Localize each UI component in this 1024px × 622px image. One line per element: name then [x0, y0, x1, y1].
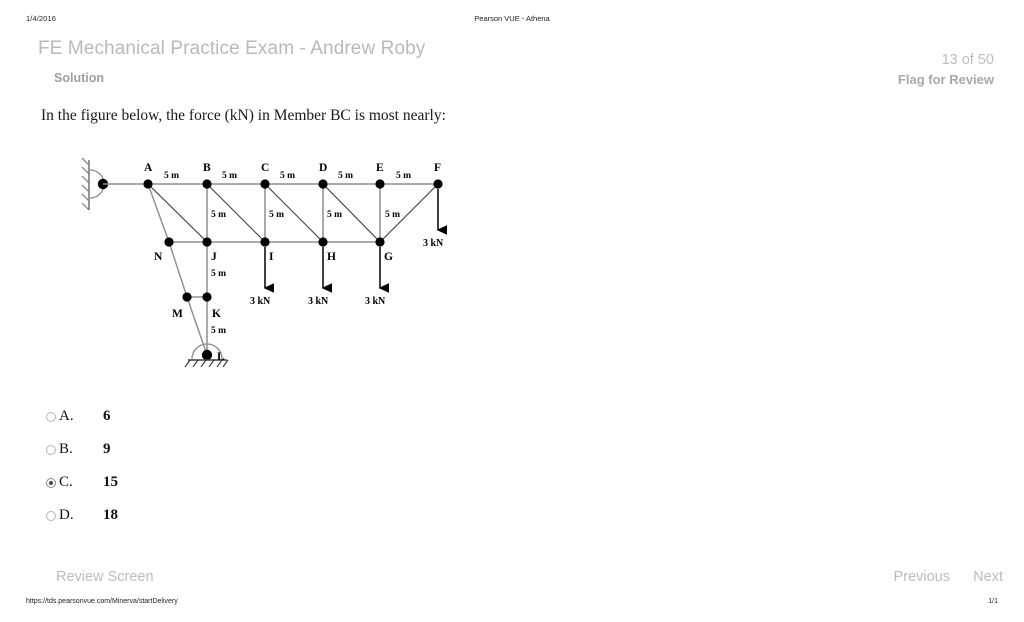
node-label-N: N: [154, 251, 163, 263]
option-letter-d: D.: [59, 507, 74, 523]
option-letter-a: A.: [59, 408, 74, 424]
review-screen-button[interactable]: Review Screen: [56, 569, 154, 585]
option-value-a: 6: [103, 408, 111, 424]
node-label-G: G: [384, 251, 393, 263]
dim-vert-3: 5 m: [327, 210, 342, 220]
node-label-L: L: [217, 351, 225, 363]
flag-for-review-button[interactable]: Flag for Review: [898, 72, 994, 87]
load-label-I: 3 kN: [250, 296, 271, 307]
node-label-E: E: [376, 162, 384, 174]
dim-top-5: 5 m: [396, 171, 411, 181]
option-letter-c: C.: [59, 474, 73, 490]
next-button[interactable]: Next: [973, 569, 1003, 585]
option-value-b: 9: [103, 441, 111, 457]
answer-options: A. 6 B. 9 C. 15 D. 18: [46, 408, 346, 540]
radio-option-c[interactable]: [46, 478, 56, 488]
node-label-C: C: [261, 162, 269, 174]
node-label-K: K: [212, 308, 221, 320]
option-value-d: 18: [103, 507, 118, 523]
dim-top-3: 5 m: [280, 171, 295, 181]
radio-option-b[interactable]: [46, 445, 56, 455]
node-label-J: J: [211, 251, 217, 263]
node-label-A: A: [144, 162, 153, 174]
dim-top-1: 5 m: [164, 171, 179, 181]
node-label-F: F: [434, 162, 441, 174]
load-arrows: [263, 189, 447, 293]
dim-vert-2: 5 m: [269, 210, 284, 220]
print-header: 1/4/2016 Pearson VUE - Athena: [0, 14, 1024, 26]
print-footer: https://tds.pearsonvue.com/Minerva/start…: [0, 598, 1024, 610]
load-label-G: 3 kN: [365, 296, 386, 307]
load-label-F: 3 kN: [423, 238, 444, 249]
dim-vert-5: 5 m: [211, 269, 226, 279]
node-label-H: H: [327, 251, 336, 263]
dim-top-2: 5 m: [222, 171, 237, 181]
node-label-M: M: [172, 308, 183, 320]
previous-button[interactable]: Previous: [894, 569, 950, 585]
dim-vert-1: 5 m: [211, 210, 226, 220]
node-label-I: I: [269, 251, 274, 263]
radio-option-d[interactable]: [46, 511, 56, 521]
option-value-c: 15: [103, 474, 118, 490]
option-letter-b: B.: [59, 441, 73, 457]
dim-vert-6: 5 m: [211, 326, 226, 336]
dim-top-4: 5 m: [338, 171, 353, 181]
option-row-a[interactable]: A. 6: [46, 408, 346, 441]
dim-vert-4: 5 m: [385, 210, 400, 220]
question-counter: 13 of 50: [941, 52, 994, 68]
node-label-B: B: [203, 162, 211, 174]
page-title: FE Mechanical Practice Exam - Andrew Rob…: [38, 38, 426, 59]
load-label-H: 3 kN: [308, 296, 329, 307]
truss-figure: A B C D E F N J I H G M K L 5 m 5 m 5 m …: [80, 152, 460, 384]
option-row-c[interactable]: C. 15: [46, 474, 346, 507]
truss-joints: [143, 179, 443, 361]
node-label-D: D: [319, 162, 327, 174]
solution-label: Solution: [54, 71, 104, 85]
option-row-d[interactable]: D. 18: [46, 507, 346, 540]
question-stem: In the figure below, the force (kN) in M…: [41, 107, 446, 124]
print-page-number: 1/1: [988, 598, 998, 605]
print-url: https://tds.pearsonvue.com/Minerva/start…: [26, 598, 178, 605]
radio-option-a[interactable]: [46, 412, 56, 422]
option-row-b[interactable]: B. 9: [46, 441, 346, 474]
truss-long-member-a-l: [147, 183, 208, 356]
print-page-title: Pearson VUE - Athena: [474, 14, 550, 23]
